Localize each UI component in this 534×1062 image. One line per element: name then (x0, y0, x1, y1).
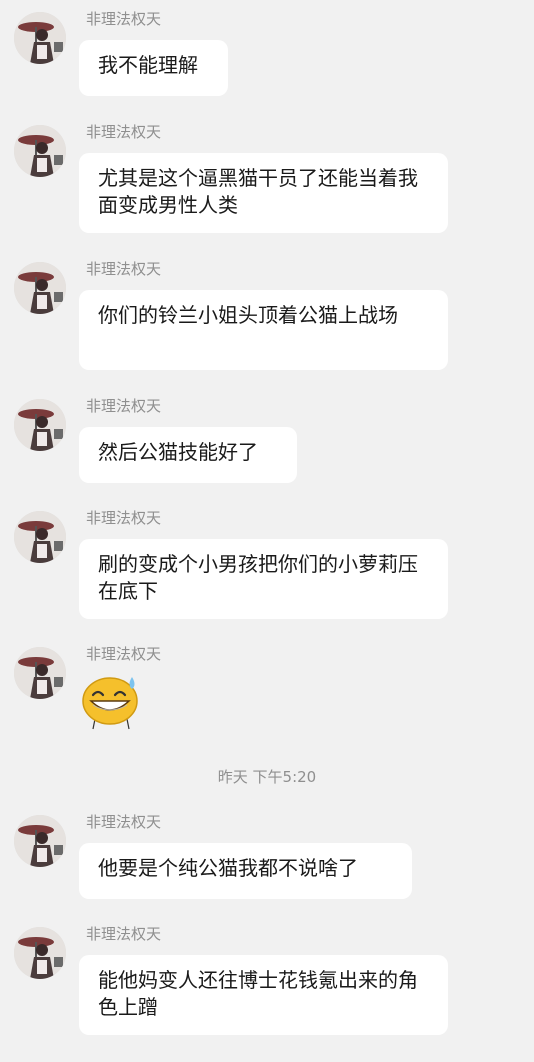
sender-name: 非理法权天 (86, 813, 162, 831)
sender-name: 非理法权天 (86, 10, 162, 28)
avatar[interactable] (14, 927, 66, 979)
message-bubble[interactable]: 能他妈变人还往博士花钱氪出来的角色上蹭 (79, 955, 448, 1035)
message-bubble[interactable]: 然后公猫技能好了 (79, 427, 297, 483)
message-bubble[interactable]: 他要是个纯公猫我都不说啥了 (79, 843, 412, 899)
avatar[interactable] (14, 399, 66, 451)
sender-name: 非理法权天 (86, 123, 162, 141)
sender-name: 非理法权天 (86, 645, 162, 663)
avatar[interactable] (14, 815, 66, 867)
sender-name: 非理法权天 (86, 509, 162, 527)
avatar[interactable] (14, 12, 66, 64)
avatar[interactable] (14, 262, 66, 314)
message-bubble[interactable]: 尤其是这个逼黑猫干员了还能当着我面变成男性人类 (79, 153, 448, 233)
message-bubble[interactable]: 我不能理解 (79, 40, 228, 96)
grinning-sweat-emoji[interactable] (79, 669, 145, 735)
avatar[interactable] (14, 647, 66, 699)
avatar[interactable] (14, 125, 66, 177)
message-bubble[interactable]: 你们的铃兰小姐头顶着公猫上战场 (79, 290, 448, 370)
sender-name: 非理法权天 (86, 925, 162, 943)
sender-name: 非理法权天 (86, 397, 162, 415)
timestamp: 昨天 下午5:20 (217, 768, 317, 786)
sender-name: 非理法权天 (86, 260, 162, 278)
message-bubble[interactable]: 刷的变成个小男孩把你们的小萝莉压在底下 (79, 539, 448, 619)
avatar[interactable] (14, 511, 66, 563)
